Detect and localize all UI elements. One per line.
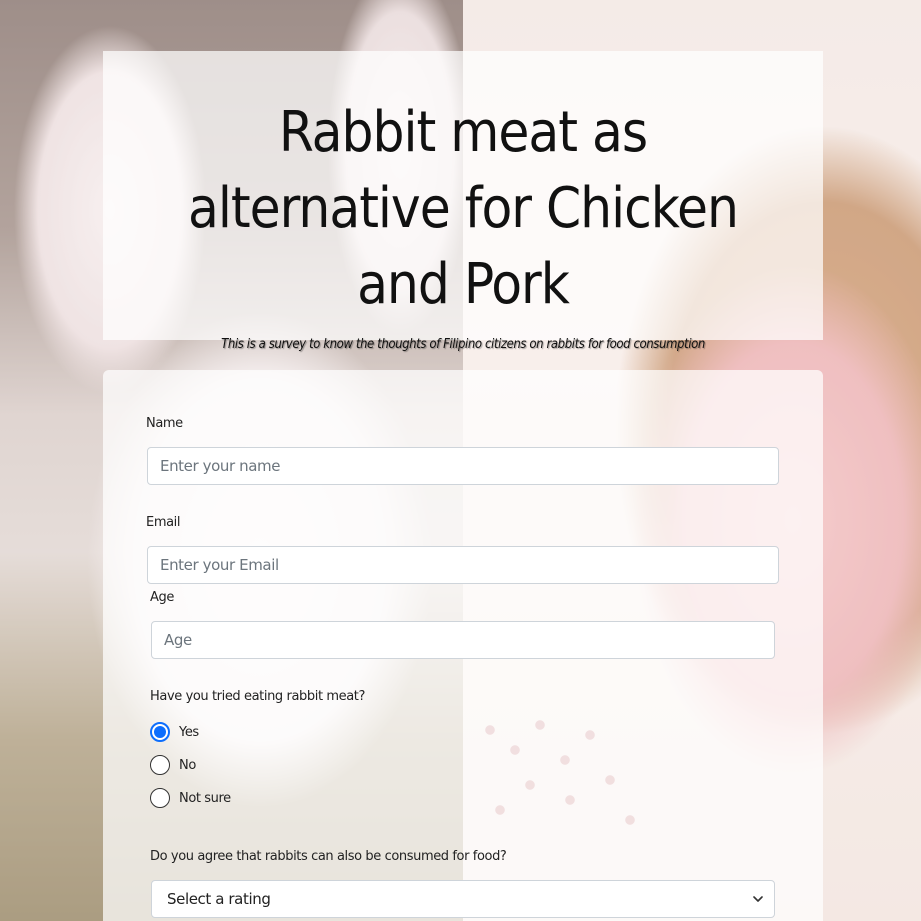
tried-rabbit-question: Have you tried eating rabbit meat? bbox=[150, 689, 365, 704]
chevron-down-icon bbox=[753, 896, 763, 902]
name-input[interactable]: Enter your name bbox=[147, 447, 779, 485]
radio-option-no[interactable]: No bbox=[150, 755, 196, 775]
radio-button-not-sure[interactable] bbox=[150, 788, 170, 808]
rating-select[interactable]: Select a rating bbox=[151, 880, 775, 918]
agree-question: Do you agree that rabbits can also be co… bbox=[150, 849, 507, 864]
rating-select-value: Select a rating bbox=[167, 890, 271, 908]
radio-label-not-sure: Not sure bbox=[179, 790, 231, 806]
page-title: Rabbit meat as alternative for Chicken a… bbox=[188, 100, 739, 317]
age-label: Age bbox=[150, 590, 174, 605]
radio-label-no: No bbox=[179, 757, 196, 773]
page-description: This is a survey to know the thoughts of… bbox=[221, 337, 705, 352]
radio-button-yes[interactable] bbox=[150, 722, 170, 742]
radio-label-yes: Yes bbox=[179, 724, 199, 740]
name-label: Name bbox=[146, 416, 183, 431]
radio-option-yes[interactable]: Yes bbox=[150, 722, 199, 742]
survey-form: Name Enter your name Email Enter your Em… bbox=[103, 370, 823, 921]
radio-option-not-sure[interactable]: Not sure bbox=[150, 788, 231, 808]
age-input[interactable]: Age bbox=[151, 621, 775, 659]
email-label: Email bbox=[146, 515, 181, 530]
header-card: Rabbit meat as alternative for Chicken a… bbox=[103, 51, 823, 352]
email-input[interactable]: Enter your Email bbox=[147, 546, 779, 584]
radio-button-no[interactable] bbox=[150, 755, 170, 775]
